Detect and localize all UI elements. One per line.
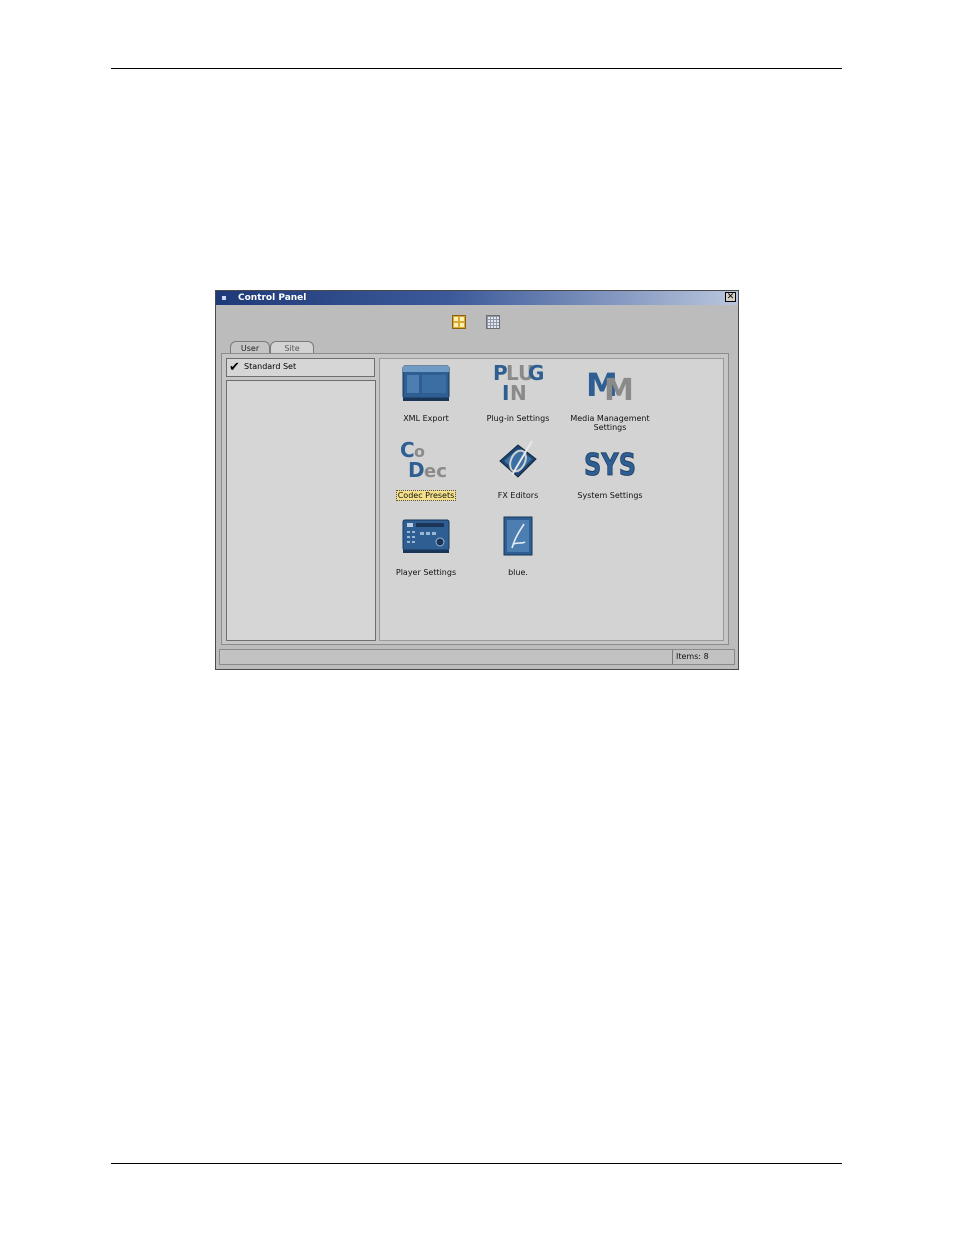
item-label: XML Export: [403, 414, 449, 423]
control-panel-window: Control Panel ✕ User Site ✔ Standard Set…: [215, 290, 739, 670]
window-title: Control Panel: [238, 293, 307, 303]
item-label: Player Settings: [395, 568, 457, 577]
status-bar: Items: 8: [219, 649, 735, 665]
page-bottom-rule: [111, 1163, 842, 1164]
media-management-icon: M M: [586, 366, 634, 404]
item-label: FX Editors: [497, 491, 539, 500]
items-count: Items: 8: [672, 650, 734, 664]
sys-icon: SYS: [584, 448, 636, 481]
item-label: Codec Presets: [395, 490, 457, 501]
svg-text:M: M: [604, 373, 634, 404]
checkmark-icon: ✔: [229, 360, 240, 375]
large-icons-button[interactable]: [452, 315, 466, 329]
page-top-rule: [111, 68, 842, 69]
close-button[interactable]: ✕: [725, 292, 736, 302]
svg-text:D: D: [408, 458, 425, 481]
svg-text:ec: ec: [424, 461, 447, 481]
item-label: Plug-in Settings: [486, 414, 550, 423]
current-set-label: Standard Set: [244, 362, 297, 371]
svg-text:SYS: SYS: [584, 448, 636, 481]
codec-icon: C o D ec: [400, 438, 447, 481]
title-bar[interactable]: Control Panel ✕: [216, 291, 738, 305]
small-icons-button[interactable]: [486, 315, 500, 329]
player-icon: [402, 519, 450, 553]
sets-list[interactable]: [226, 380, 376, 641]
fx-editors-icon: [499, 440, 537, 478]
item-label: Media Management Settings: [570, 414, 650, 432]
svg-text:G: G: [528, 361, 544, 385]
current-set-header[interactable]: ✔ Standard Set: [226, 358, 375, 377]
window-menu-icon[interactable]: [222, 296, 226, 300]
settings-icon-pane: XML Export P LU G I N Plug-in Settings M…: [379, 358, 724, 641]
xml-export-icon: [402, 365, 450, 401]
svg-text:N: N: [510, 381, 527, 404]
item-label: System Settings: [577, 491, 643, 500]
item-label: blue.: [508, 568, 528, 577]
svg-text:I: I: [502, 381, 509, 404]
plugin-icon: P LU G I N: [493, 361, 544, 404]
blue-icon: [503, 516, 533, 556]
